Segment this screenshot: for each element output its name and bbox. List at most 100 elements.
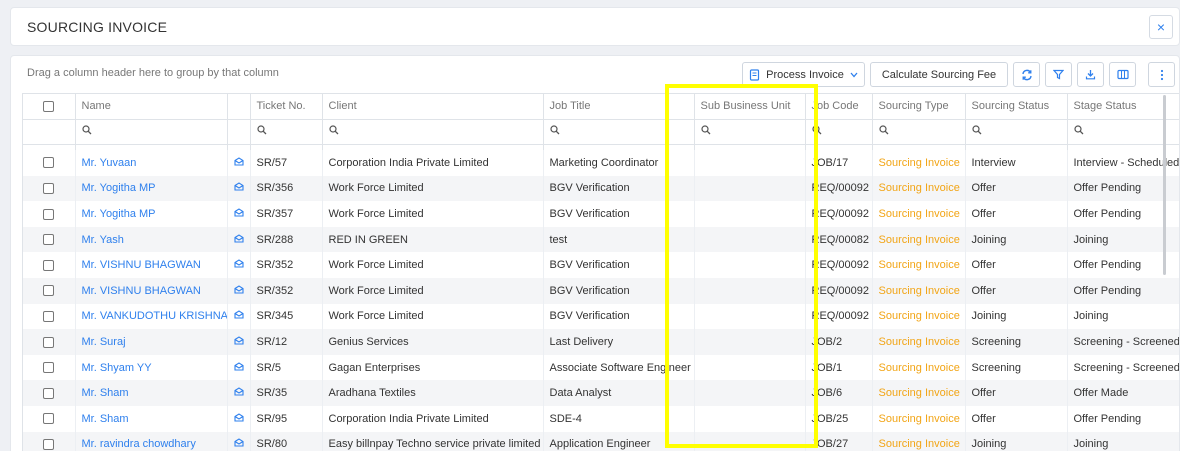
cell-mail[interactable] bbox=[227, 226, 251, 253]
cell-mail[interactable] bbox=[227, 150, 251, 176]
cell-name[interactable]: Mr. Yuvaan bbox=[75, 150, 228, 176]
table-row[interactable]: Mr. Sham SR/35 Aradhana Textiles Data Analy… bbox=[23, 380, 1179, 406]
filter-cell-job-code[interactable] bbox=[805, 119, 873, 145]
filter-cell-ticket-no[interactable] bbox=[250, 119, 323, 145]
select-all-checkbox[interactable] bbox=[43, 100, 55, 112]
cell-name-text[interactable]: Mr. Sham bbox=[82, 413, 129, 425]
table-row[interactable]: Mr. Yogitha MP SR/356 Work Force Limited BG… bbox=[23, 175, 1179, 202]
filter-cell-sourcing-type[interactable] bbox=[872, 119, 966, 145]
cell-sourcing-type-text[interactable]: Sourcing Invoice bbox=[879, 285, 960, 297]
cell-sourcing-type-text[interactable]: Sourcing Invoice bbox=[879, 362, 960, 374]
filter-cell-sub-business-unit[interactable] bbox=[694, 119, 806, 145]
row-select-cell[interactable] bbox=[23, 201, 76, 227]
cell-mail[interactable] bbox=[227, 201, 251, 227]
cell-name[interactable]: Mr. VISHNU BHAGWAN bbox=[75, 252, 228, 278]
row-select-cell[interactable] bbox=[23, 303, 76, 330]
cell-sourcing-type[interactable]: Sourcing Invoice bbox=[872, 380, 966, 406]
table-row[interactable]: Mr. ravindra chowdhary SR/80 Easy billnpay… bbox=[23, 431, 1179, 451]
cell-sourcing-type-text[interactable]: Sourcing Invoice bbox=[879, 310, 960, 322]
mail-icon[interactable] bbox=[233, 182, 244, 194]
table-row[interactable]: Mr. Shyam YY SR/5 Gagan Enterprises Associa… bbox=[23, 354, 1179, 381]
cell-name-text[interactable]: Mr. VISHNU BHAGWAN bbox=[82, 259, 201, 271]
column-header-job-code[interactable]: Job Code bbox=[805, 94, 873, 120]
filter-cell-sourcing-status[interactable] bbox=[965, 119, 1068, 145]
cell-name-text[interactable]: Mr. VISHNU BHAGWAN bbox=[82, 285, 201, 297]
table-row[interactable]: Mr. VISHNU BHAGWAN SR/352 Work Force Limit… bbox=[23, 252, 1179, 278]
mail-icon[interactable] bbox=[233, 157, 244, 169]
mail-icon[interactable] bbox=[233, 285, 244, 297]
cell-name-text[interactable]: Mr. Yogitha MP bbox=[82, 208, 156, 220]
table-row[interactable]: Mr. VISHNU BHAGWAN SR/352 Work Force Limit… bbox=[23, 277, 1179, 304]
mail-icon[interactable] bbox=[233, 259, 244, 271]
cell-sourcing-type[interactable]: Sourcing Invoice bbox=[872, 303, 966, 330]
cell-name[interactable]: Mr. VISHNU BHAGWAN bbox=[75, 277, 228, 304]
row-checkbox[interactable] bbox=[43, 182, 55, 194]
cell-sourcing-type[interactable]: Sourcing Invoice bbox=[872, 354, 966, 381]
mail-icon[interactable] bbox=[233, 387, 244, 399]
mail-icon[interactable] bbox=[233, 336, 244, 348]
cell-sourcing-type-text[interactable]: Sourcing Invoice bbox=[879, 336, 960, 348]
cell-name[interactable]: Mr. Yash bbox=[75, 226, 228, 253]
more-options-button[interactable] bbox=[1148, 62, 1175, 87]
cell-sourcing-type-text[interactable]: Sourcing Invoice bbox=[879, 387, 960, 399]
cell-sourcing-type[interactable]: Sourcing Invoice bbox=[872, 252, 966, 278]
mail-icon[interactable] bbox=[233, 310, 244, 322]
mail-icon[interactable] bbox=[233, 233, 244, 246]
row-checkbox[interactable] bbox=[43, 234, 55, 246]
cell-mail[interactable] bbox=[227, 405, 251, 432]
column-header-name[interactable]: Name bbox=[75, 94, 228, 120]
cell-sourcing-type[interactable]: Sourcing Invoice bbox=[872, 175, 966, 202]
cell-name[interactable]: Mr. Yogitha MP bbox=[75, 201, 228, 227]
cell-mail[interactable] bbox=[227, 277, 251, 304]
cell-sourcing-type-text[interactable]: Sourcing Invoice bbox=[879, 234, 960, 246]
cell-sourcing-type-text[interactable]: Sourcing Invoice bbox=[879, 259, 960, 271]
column-header-client[interactable]: Client bbox=[322, 94, 544, 120]
table-row[interactable]: Mr. VANKUDOTHU KRISHNA SR/345 Work Force L… bbox=[23, 303, 1179, 330]
row-select-cell[interactable] bbox=[23, 175, 76, 202]
close-button[interactable]: × bbox=[1149, 15, 1173, 39]
cell-mail[interactable] bbox=[227, 303, 251, 330]
cell-mail[interactable] bbox=[227, 354, 251, 381]
cell-mail[interactable] bbox=[227, 380, 251, 406]
cell-name[interactable]: Mr. Sham bbox=[75, 380, 228, 406]
cell-sourcing-type[interactable]: Sourcing Invoice bbox=[872, 405, 966, 432]
cell-sourcing-type[interactable]: Sourcing Invoice bbox=[872, 431, 966, 451]
row-checkbox[interactable] bbox=[43, 285, 55, 297]
cell-sourcing-type[interactable]: Sourcing Invoice bbox=[872, 201, 966, 227]
row-select-cell[interactable] bbox=[23, 277, 76, 304]
cell-name-text[interactable]: Mr. Shyam YY bbox=[82, 362, 152, 374]
row-checkbox[interactable] bbox=[43, 310, 55, 322]
cell-name-text[interactable]: Mr. Sham bbox=[82, 387, 129, 399]
refresh-button[interactable] bbox=[1013, 62, 1040, 87]
cell-name[interactable]: Mr. Sham bbox=[75, 405, 228, 432]
row-select-cell[interactable] bbox=[23, 380, 76, 406]
cell-sourcing-type-text[interactable]: Sourcing Invoice bbox=[879, 413, 960, 425]
row-checkbox[interactable] bbox=[43, 157, 55, 169]
cell-mail[interactable] bbox=[227, 329, 251, 355]
column-header-sub-business-unit[interactable]: Sub Business Unit bbox=[694, 94, 806, 120]
cell-name-text[interactable]: Mr. Yogitha MP bbox=[82, 182, 156, 194]
row-select-cell[interactable] bbox=[23, 405, 76, 432]
mail-icon[interactable] bbox=[233, 361, 244, 374]
calculate-sourcing-fee-button[interactable]: Calculate Sourcing Fee bbox=[870, 62, 1008, 87]
column-chooser-button[interactable] bbox=[1109, 62, 1136, 87]
filter-cell-client[interactable] bbox=[322, 119, 544, 145]
row-checkbox[interactable] bbox=[43, 336, 55, 348]
filter-button[interactable] bbox=[1045, 62, 1072, 87]
cell-name[interactable]: Mr. ravindra chowdhary bbox=[75, 431, 228, 451]
export-button[interactable] bbox=[1077, 62, 1104, 87]
table-row[interactable]: Mr. Yogitha MP SR/357 Work Force Limited BG… bbox=[23, 201, 1179, 227]
row-checkbox[interactable] bbox=[43, 438, 55, 450]
mail-icon[interactable] bbox=[233, 413, 244, 425]
row-checkbox[interactable] bbox=[43, 387, 55, 399]
process-invoice-button[interactable]: Process Invoice bbox=[742, 62, 865, 87]
cell-sourcing-type-text[interactable]: Sourcing Invoice bbox=[879, 438, 960, 450]
cell-mail[interactable] bbox=[227, 431, 251, 451]
row-checkbox[interactable] bbox=[43, 362, 55, 374]
table-row[interactable]: Mr. Sham SR/95 Corporation India Private L… bbox=[23, 405, 1179, 432]
column-header-job-title[interactable]: Job Title bbox=[543, 94, 695, 120]
cell-name-text[interactable]: Mr. VANKUDOTHU KRISHNA bbox=[82, 310, 227, 322]
filter-cell-job-title[interactable] bbox=[543, 119, 695, 145]
select-all-cell[interactable] bbox=[23, 94, 76, 120]
group-panel-hint[interactable]: Drag a column header here to group by th… bbox=[27, 67, 279, 79]
